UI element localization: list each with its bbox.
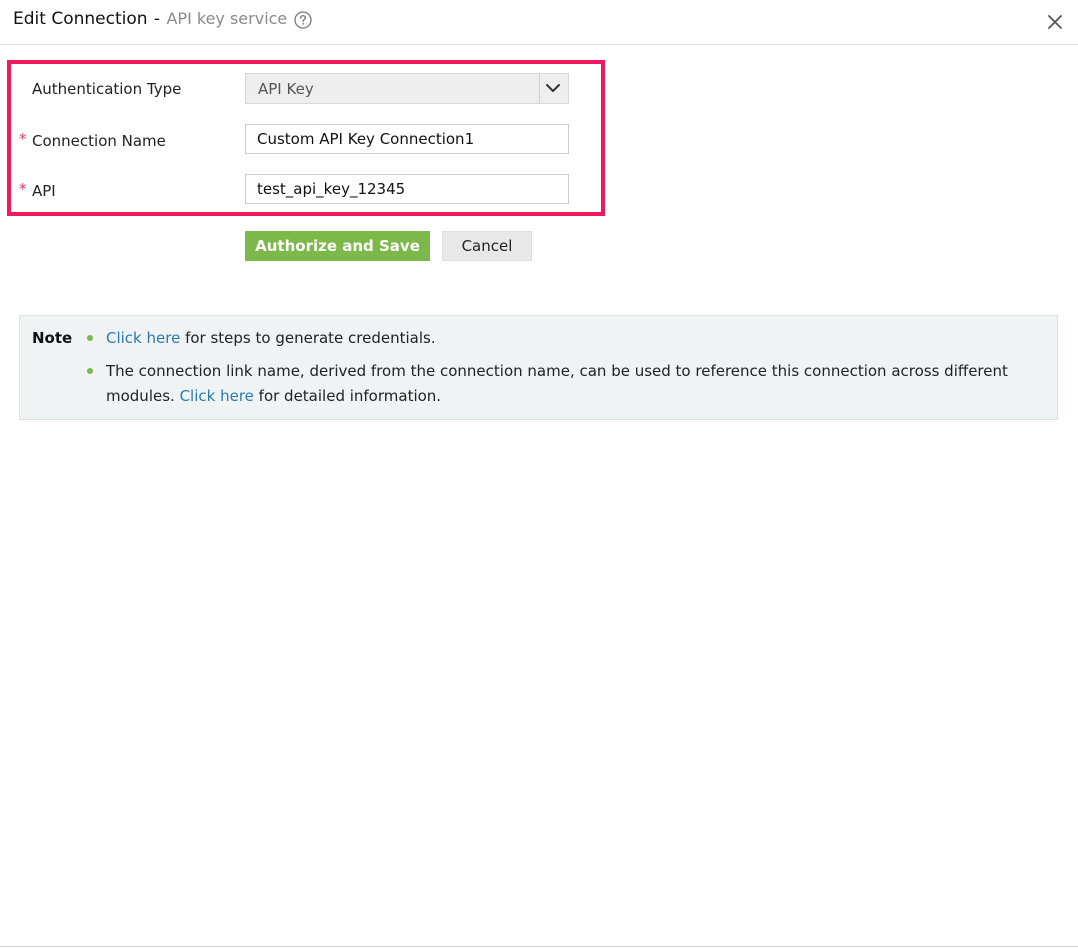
dialog-header: Edit Connection - API key service xyxy=(0,0,1078,45)
note-item-text: for detailed information. xyxy=(253,387,442,405)
note-item-text: for steps to generate credentials. xyxy=(180,329,436,347)
note-item: The connection link name, derived from t… xyxy=(106,362,1008,380)
note-item-text: The connection link name, derived from t… xyxy=(106,362,1008,380)
note-item-text: modules. xyxy=(106,387,180,405)
auth-type-label: Authentication Type xyxy=(32,80,182,98)
close-icon[interactable] xyxy=(1046,13,1064,31)
bullet-icon xyxy=(87,335,93,341)
api-key-input[interactable] xyxy=(245,174,569,204)
note-title: Note xyxy=(32,329,73,347)
question-circle-icon[interactable] xyxy=(294,11,312,29)
title-separator: - xyxy=(153,9,161,29)
api-label: API xyxy=(32,182,56,200)
note-panel: Note Click here for steps to generate cr… xyxy=(19,315,1058,420)
required-mark: * xyxy=(19,130,27,148)
bullet-icon xyxy=(87,368,93,374)
chevron-down-icon[interactable] xyxy=(545,81,561,95)
title-text: Edit Connection xyxy=(13,9,148,29)
required-mark: * xyxy=(19,180,27,198)
auth-type-select[interactable]: API Key xyxy=(245,73,569,104)
service-name: API key service xyxy=(166,9,288,28)
select-divider xyxy=(539,74,540,103)
cancel-button[interactable]: Cancel xyxy=(442,231,532,261)
note-item-continuation: modules. Click here for detailed informa… xyxy=(106,387,441,405)
authorize-and-save-button[interactable]: Authorize and Save xyxy=(245,231,430,261)
credentials-help-link[interactable]: Click here xyxy=(106,329,180,347)
auth-type-value: API Key xyxy=(258,80,314,98)
edit-connection-dialog: Edit Connection - API key service Authen… xyxy=(0,0,1078,948)
note-item: Click here for steps to generate credent… xyxy=(106,329,436,347)
dialog-title: Edit Connection - API key service xyxy=(13,9,287,29)
bottom-divider xyxy=(0,946,1078,947)
connection-name-label: Connection Name xyxy=(32,132,166,150)
connection-name-input[interactable] xyxy=(245,124,569,154)
connection-info-link[interactable]: Click here xyxy=(180,387,254,405)
